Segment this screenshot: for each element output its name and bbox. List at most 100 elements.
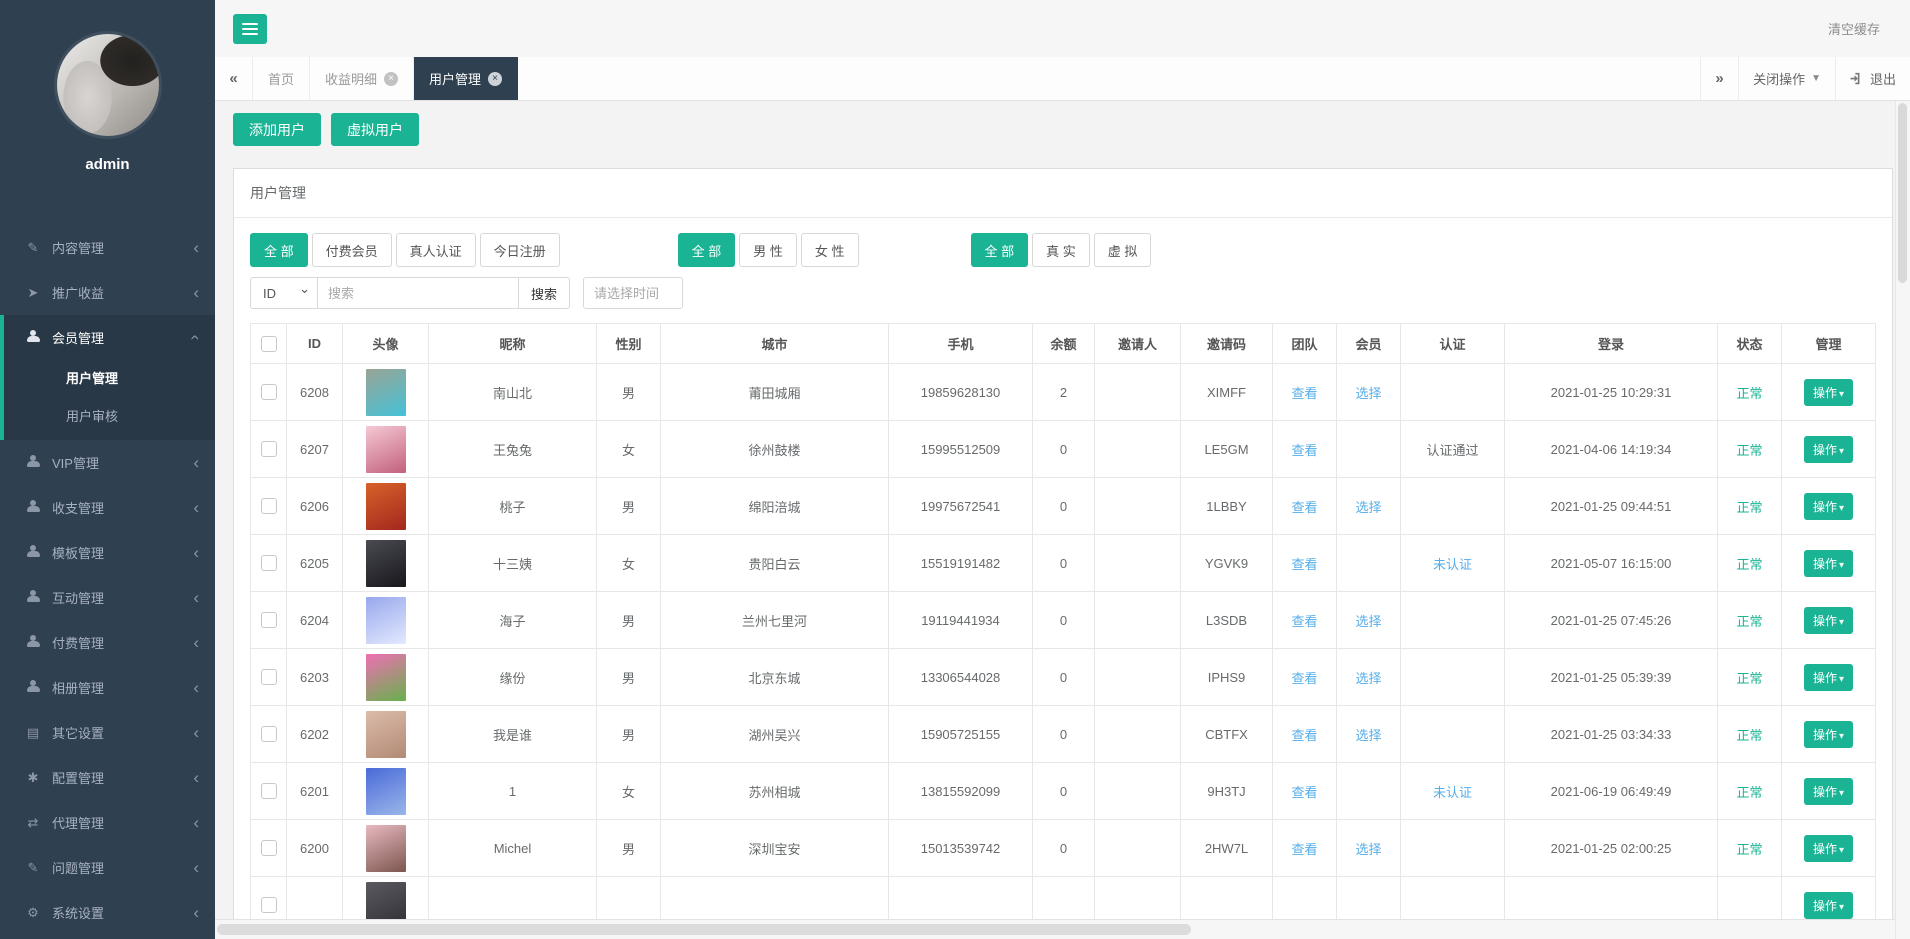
- filter-button[interactable]: 女 性: [801, 233, 859, 267]
- logout-button[interactable]: 退出: [1835, 57, 1910, 100]
- team-view-link[interactable]: 查看: [1291, 728, 1317, 743]
- cell-member: 选择: [1337, 706, 1401, 763]
- team-view-link[interactable]: 查看: [1291, 785, 1317, 800]
- team-view-link[interactable]: 查看: [1291, 614, 1317, 629]
- team-view-link[interactable]: 查看: [1291, 671, 1317, 686]
- horizontal-scrollbar[interactable]: [215, 919, 1895, 939]
- filter-button[interactable]: 全 部: [250, 233, 308, 267]
- sidebar-item-template[interactable]: 模板管理‹: [4, 530, 215, 575]
- sidebar: admin ✎内容管理‹➤推广收益‹会员管理‹用户管理用户审核VIP管理‹收支管…: [0, 0, 215, 939]
- sidebar-item-income-expense[interactable]: 收支管理‹: [4, 485, 215, 530]
- close-operations-dropdown[interactable]: 关闭操作 ▼: [1738, 57, 1835, 100]
- filter-button[interactable]: 全 部: [971, 233, 1029, 267]
- user-avatar-image[interactable]: [366, 483, 406, 530]
- sidebar-item-other-settings[interactable]: ▤其它设置‹: [4, 710, 215, 755]
- sidebar-item-label: 其它设置: [52, 723, 193, 742]
- search-field-select[interactable]: ID: [250, 277, 318, 309]
- user-avatar-image[interactable]: [366, 540, 406, 587]
- sidebar-item-promotion-income[interactable]: ➤推广收益‹: [4, 270, 215, 315]
- user-avatar-image[interactable]: [366, 426, 406, 473]
- member-select-link[interactable]: 选择: [1355, 842, 1381, 857]
- virtual-user-button[interactable]: 虚拟用户: [331, 113, 419, 146]
- row-action-dropdown-button[interactable]: 操作▾: [1804, 892, 1853, 919]
- row-checkbox[interactable]: [261, 840, 277, 856]
- cell-verify: [1401, 649, 1505, 706]
- row-action-dropdown-button[interactable]: 操作▾: [1804, 778, 1853, 805]
- team-view-link[interactable]: 查看: [1291, 842, 1317, 857]
- user-avatar-image[interactable]: [366, 825, 406, 872]
- close-tab-icon[interactable]: ×: [384, 72, 398, 86]
- filter-button[interactable]: 付费会员: [312, 233, 392, 267]
- verify-link[interactable]: 未认证: [1433, 557, 1472, 572]
- vertical-scrollbar[interactable]: [1895, 101, 1910, 939]
- user-avatar-image[interactable]: [366, 654, 406, 701]
- cell-inviter: [1095, 763, 1181, 820]
- cell-avatar-wrap: [343, 421, 429, 478]
- team-view-link[interactable]: 查看: [1291, 500, 1317, 515]
- search-button[interactable]: 搜索: [518, 277, 570, 309]
- sidebar-item-agent[interactable]: ⇄代理管理‹: [4, 800, 215, 845]
- sidebar-item-config[interactable]: ✱配置管理‹: [4, 755, 215, 800]
- row-action-dropdown-button[interactable]: 操作▾: [1804, 607, 1853, 634]
- tab-user-management[interactable]: 用户管理×: [414, 57, 518, 100]
- verify-link[interactable]: 未认证: [1433, 785, 1472, 800]
- filter-button[interactable]: 全 部: [678, 233, 736, 267]
- row-checkbox[interactable]: [261, 612, 277, 628]
- sidebar-subitem[interactable]: 用户审核: [4, 398, 215, 436]
- row-action-dropdown-button[interactable]: 操作▾: [1804, 493, 1853, 520]
- member-select-link[interactable]: 选择: [1355, 728, 1381, 743]
- tabs-scroll-right-button[interactable]: »: [1700, 57, 1738, 100]
- team-view-link[interactable]: 查看: [1291, 557, 1317, 572]
- tab-home[interactable]: 首页: [253, 57, 310, 100]
- date-picker-input[interactable]: [583, 277, 683, 309]
- sidebar-item-member[interactable]: 会员管理‹: [4, 315, 215, 360]
- row-checkbox[interactable]: [261, 384, 277, 400]
- sidebar-item-interaction[interactable]: 互动管理‹: [4, 575, 215, 620]
- row-action-dropdown-button[interactable]: 操作▾: [1804, 664, 1853, 691]
- member-select-link[interactable]: 选择: [1355, 614, 1381, 629]
- sidebar-item-payment[interactable]: 付费管理‹: [4, 620, 215, 665]
- sidebar-subitem[interactable]: 用户管理: [4, 360, 215, 398]
- filter-button[interactable]: 真人认证: [396, 233, 476, 267]
- sidebar-item-content[interactable]: ✎内容管理‹: [4, 225, 215, 270]
- user-avatar-image[interactable]: [366, 711, 406, 758]
- add-user-button[interactable]: 添加用户: [233, 113, 321, 146]
- row-checkbox[interactable]: [261, 726, 277, 742]
- member-select-link[interactable]: 选择: [1355, 671, 1381, 686]
- sidebar-item-album[interactable]: 相册管理‹: [4, 665, 215, 710]
- close-tab-icon[interactable]: ×: [488, 72, 502, 86]
- sidebar-item-vip[interactable]: VIP管理‹: [4, 440, 215, 485]
- tab-income-detail[interactable]: 收益明细×: [310, 57, 414, 100]
- filter-button[interactable]: 虚 拟: [1094, 233, 1152, 267]
- row-action-dropdown-button[interactable]: 操作▾: [1804, 835, 1853, 862]
- sidebar-item-question[interactable]: ✎问题管理‹: [4, 845, 215, 890]
- select-all-checkbox[interactable]: [261, 336, 277, 352]
- user-avatar-image[interactable]: [366, 597, 406, 644]
- member-select-link[interactable]: 选择: [1355, 500, 1381, 515]
- row-action-dropdown-button[interactable]: 操作▾: [1804, 550, 1853, 577]
- row-action-dropdown-button[interactable]: 操作▾: [1804, 379, 1853, 406]
- tabs-scroll-left-button[interactable]: «: [215, 57, 253, 100]
- sidebar-item-label: 互动管理: [52, 588, 193, 607]
- filter-button[interactable]: 男 性: [739, 233, 797, 267]
- row-checkbox[interactable]: [261, 555, 277, 571]
- filter-button[interactable]: 今日注册: [480, 233, 560, 267]
- search-input[interactable]: [317, 277, 519, 309]
- filter-button[interactable]: 真 实: [1032, 233, 1090, 267]
- avatar[interactable]: [57, 34, 159, 136]
- team-view-link[interactable]: 查看: [1291, 443, 1317, 458]
- user-avatar-image[interactable]: [366, 768, 406, 815]
- row-checkbox[interactable]: [261, 498, 277, 514]
- clear-cache-link[interactable]: 清空缓存: [1828, 19, 1880, 38]
- row-action-dropdown-button[interactable]: 操作▾: [1804, 436, 1853, 463]
- row-action-dropdown-button[interactable]: 操作▾: [1804, 721, 1853, 748]
- row-checkbox[interactable]: [261, 441, 277, 457]
- row-checkbox[interactable]: [261, 669, 277, 685]
- row-checkbox[interactable]: [261, 783, 277, 799]
- team-view-link[interactable]: 查看: [1291, 386, 1317, 401]
- sidebar-item-system-settings[interactable]: ⚙系统设置‹: [4, 890, 215, 935]
- user-avatar-image[interactable]: [366, 369, 406, 416]
- menu-toggle-button[interactable]: [233, 14, 267, 44]
- row-checkbox[interactable]: [261, 897, 277, 913]
- member-select-link[interactable]: 选择: [1355, 386, 1381, 401]
